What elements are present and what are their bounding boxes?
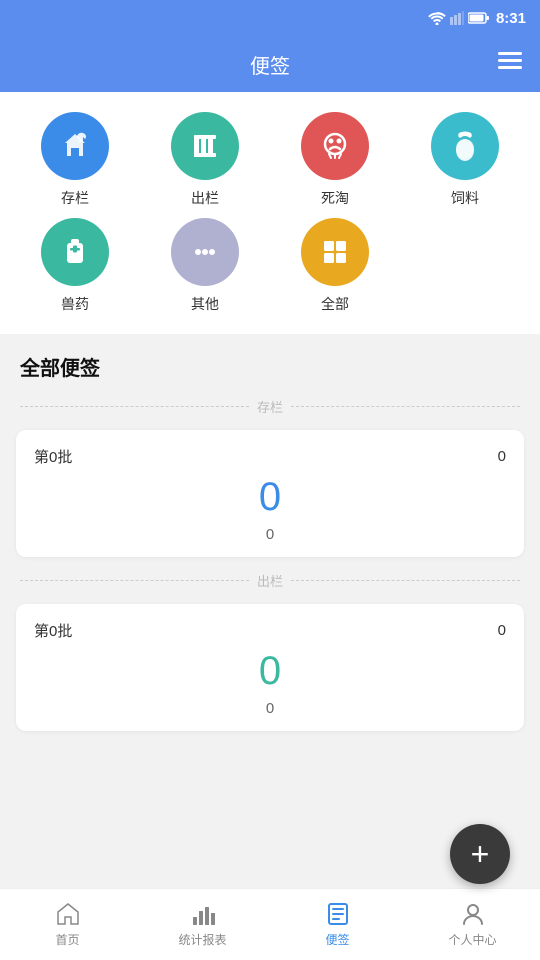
wifi-icon [428,11,446,25]
icon-grid-section: 存栏 出栏 [0,92,540,334]
sitao-label: 死淘 [321,188,349,208]
shouyao-icon [57,234,93,270]
all-notes-header: 全部便签 [0,334,540,391]
note-card-cunlan-top: 第0批 0 [34,446,506,467]
siliao-icon [447,128,483,164]
icon-grid-row2: 兽药 其他 全部 [10,218,530,324]
divider-text-cunlan: 存栏 [257,397,283,416]
nav-home-label: 首页 [55,931,79,948]
all-notes-title: 全部便签 [20,358,100,380]
sitao-icon [317,128,353,164]
chulan-card-value: 0 [34,649,506,694]
qita-label: 其他 [191,294,219,314]
profile-icon [460,901,486,927]
nav-profile-label: 个人中心 [448,931,496,948]
nav-stats-label: 统计报表 [178,931,226,948]
qita-icon [187,234,223,270]
divider-line-left [20,406,249,407]
cunlan-icon [57,128,93,164]
time-display: 8:31 [496,10,526,27]
cunlan-card-bottom: 0 [34,526,506,543]
quanbu-circle [301,218,369,286]
icon-grid-row1: 存栏 出栏 [10,112,530,208]
note-card-chulan-top: 第0批 0 [34,620,506,641]
signal-icon [450,11,464,25]
cunlan-label: 存栏 [61,188,89,208]
nav-notes[interactable]: 便签 [270,889,405,960]
chulan-icon [187,128,223,164]
icon-qita[interactable]: 其他 [140,218,270,314]
quanbu-label: 全部 [321,294,349,314]
status-bar: 8:31 [0,0,540,36]
cunlan-circle [41,112,109,180]
nav-notes-label: 便签 [325,931,349,948]
add-fab-button[interactable]: + [450,824,510,884]
note-card-chulan[interactable]: 第0批 0 0 0 [16,604,524,731]
cunlan-card-value: 0 [34,475,506,520]
icon-siliao[interactable]: 饲料 [400,112,530,208]
nav-profile[interactable]: 个人中心 [405,889,540,960]
divider-line-right [291,406,520,407]
siliao-label: 饲料 [451,188,479,208]
icon-quanbu[interactable]: 全部 [270,218,400,314]
icon-shouyao[interactable]: 兽药 [10,218,140,314]
battery-icon [468,12,490,24]
section-divider-cunlan: 存栏 [0,391,540,422]
home-icon [55,901,81,927]
qita-circle [171,218,239,286]
note-card-cunlan[interactable]: 第0批 0 0 0 [16,430,524,557]
icon-chulan[interactable]: 出栏 [140,112,270,208]
header-title: 便签 [250,50,290,79]
siliao-circle [431,112,499,180]
chulan-circle [171,112,239,180]
shouyao-label: 兽药 [61,294,89,314]
section-divider-chulan: 出栏 [0,565,540,596]
cunlan-card-count: 0 [498,448,506,465]
menu-icon [498,52,522,70]
sitao-circle [301,112,369,180]
icon-cunlan[interactable]: 存栏 [10,112,140,208]
bottom-nav: 首页 统计报表 便签 个人中心 [0,888,540,960]
notes-icon [325,901,351,927]
shouyao-circle [41,218,109,286]
icon-empty [400,218,530,314]
chulan-card-bottom: 0 [34,700,506,717]
add-icon: + [471,838,490,870]
menu-button[interactable] [498,52,522,76]
divider-line-left2 [20,580,249,581]
divider-line-right2 [291,580,520,581]
cunlan-card-label: 第0批 [34,446,72,467]
nav-stats[interactable]: 统计报表 [135,889,270,960]
chulan-card-label: 第0批 [34,620,72,641]
quanbu-icon [317,234,353,270]
status-icons [428,11,490,25]
divider-text-chulan: 出栏 [257,571,283,590]
header: 便签 [0,36,540,92]
chulan-label: 出栏 [191,188,219,208]
nav-home[interactable]: 首页 [0,889,135,960]
icon-sitao[interactable]: 死淘 [270,112,400,208]
chulan-card-count: 0 [498,622,506,639]
stats-icon [190,901,216,927]
